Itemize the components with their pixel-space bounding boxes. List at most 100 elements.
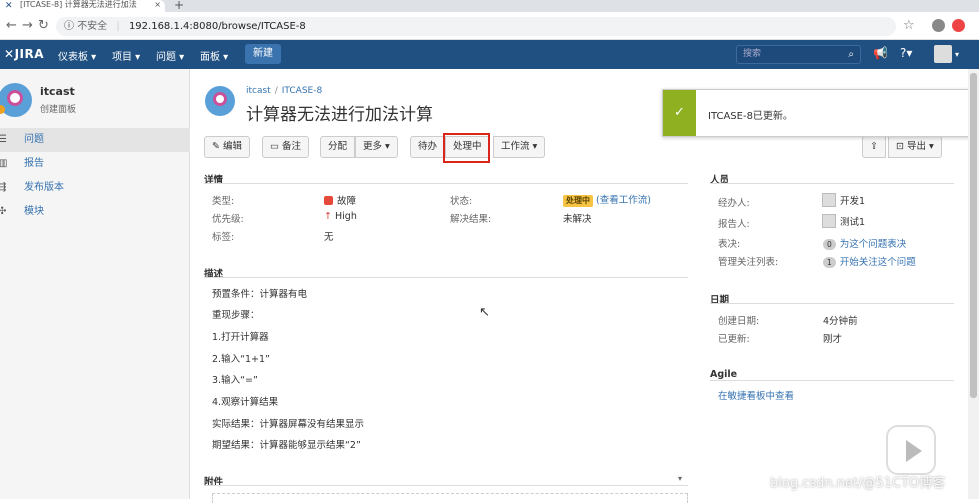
sidebar-item-releases[interactable]: ⇶ 发布版本 <box>0 176 190 200</box>
insecure-label: 不安全 <box>77 21 108 32</box>
assignee-label: 经办人: <box>718 198 750 209</box>
extension-badge-icon[interactable] <box>952 19 965 32</box>
share-icon: ⇪ <box>870 141 878 152</box>
user-avatar[interactable] <box>934 45 952 63</box>
watermark-text: blog.csdn.net/@51CTO博客 <box>770 476 946 491</box>
reporter-avatar <box>822 214 836 228</box>
project-subtitle: 创建面板 <box>40 105 77 115</box>
assign-button[interactable]: 分配 <box>320 136 356 158</box>
jira-header: ✕JIRA 仪表板 ▾ 项目 ▾ 问题 ▾ 面板 ▾ 新建 搜索 ⌕ 📢 ?▾ … <box>0 40 979 69</box>
labels-value: 无 <box>324 232 334 243</box>
menu-dashboards[interactable]: 仪表板 ▾ <box>58 48 96 63</box>
people-divider <box>710 183 954 184</box>
search-input[interactable]: 搜索 ⌕ <box>736 45 861 64</box>
view-workflow-link[interactable]: (查看工作流) <box>596 195 651 206</box>
pencil-icon: ✎ <box>212 141 223 152</box>
forward-arrow-icon[interactable]: → <box>22 18 33 33</box>
back-arrow-icon[interactable]: ← <box>6 18 17 33</box>
url-bar[interactable]: ⓘ 不安全 | 192.168.1.4:8080/browse/ITCASE-8 <box>56 17 896 36</box>
watchers-count: 1 <box>823 257 836 268</box>
workflow-button[interactable]: 工作流 ▾ <box>493 136 546 158</box>
search-placeholder: 搜索 <box>743 49 762 59</box>
agile-header[interactable]: Agile <box>710 369 737 380</box>
priority-value: ↑ High <box>324 211 357 222</box>
watchers-label: 管理关注列表: <box>718 257 779 268</box>
highlight-box <box>443 133 490 163</box>
tab-title: [ITCASE-8] 计算器无法进行加法 <box>20 0 137 9</box>
project-name[interactable]: itcast <box>40 85 75 98</box>
todo-button[interactable]: 待办 <box>410 136 446 158</box>
details-divider <box>204 183 688 184</box>
scrollbar-thumb[interactable] <box>970 73 977 398</box>
reporter-value[interactable]: 测试1 <box>822 214 865 228</box>
attachment-drop-zone[interactable] <box>212 493 688 503</box>
menu-boards[interactable]: 面板 ▾ <box>200 48 228 63</box>
browser-tab[interactable]: ✕ [ITCASE-8] 计算器无法进行加法 × <box>0 0 165 12</box>
type-value: 故障 <box>324 193 356 207</box>
sidebar-item-issues[interactable]: ☰ 问题 <box>0 128 190 152</box>
issues-icon: ☰ <box>0 134 7 145</box>
jira-logo[interactable]: ✕JIRA <box>4 47 44 61</box>
attachments-menu-chevron-icon[interactable]: ▾ <box>678 474 682 483</box>
bookmark-star-icon[interactable]: ☆ <box>903 18 915 33</box>
play-overlay-button[interactable] <box>886 425 936 475</box>
address-bar-row: ← → ↻ ⓘ 不安全 | 192.168.1.4:8080/browse/IT… <box>0 12 979 40</box>
user-menu-chevron-icon[interactable]: ▾ <box>955 50 959 59</box>
reporter-label: 报告人: <box>718 219 750 230</box>
search-icon[interactable]: ⌕ <box>848 46 854 63</box>
resolution-value: 未解决 <box>563 214 592 225</box>
status-value: 处理中 (查看工作流) <box>563 192 651 207</box>
components-icon: ✣ <box>0 206 7 217</box>
agile-divider <box>710 380 954 381</box>
dates-divider <box>710 303 954 304</box>
assignee-avatar <box>822 193 836 207</box>
releases-icon: ⇶ <box>0 182 7 193</box>
sidebar-item-reports[interactable]: ▥ 报告 <box>0 152 190 176</box>
jira-favicon-icon: ✕ <box>5 1 13 11</box>
description-line: 实际结果：计算器屏幕没有结果显示 <box>212 419 365 430</box>
breadcrumb: itcast / ITCASE-8 <box>246 86 323 96</box>
attachments-divider <box>204 485 688 486</box>
profile-icon[interactable] <box>932 19 945 32</box>
sidebar-item-components[interactable]: ✣ 模块 <box>0 200 190 224</box>
url-text: 192.168.1.4:8080/browse/ITCASE-8 <box>128 21 306 32</box>
export-icon: ⊡ <box>896 141 907 152</box>
created-value: 4分钟前 <box>823 316 858 327</box>
info-icon[interactable]: ⓘ <box>64 21 74 32</box>
description-line: 期望结果：计算器能够显示结果“2” <box>212 440 361 451</box>
project-sidebar: itcast 创建面板 ☰ 问题 ▥ 报告 ⇶ 发布版本 ✣ 模块 <box>0 69 190 499</box>
description-line: 3.输入“=” <box>212 375 258 386</box>
votes-value[interactable]: 0 为这个问题表决 <box>823 236 906 250</box>
export-button[interactable]: ⊡ 导出 ▾ <box>888 136 942 158</box>
close-tab-icon[interactable]: × <box>154 0 161 10</box>
url-divider: | <box>116 21 120 32</box>
description-line: 1.打开计算器 <box>212 332 269 343</box>
edit-button[interactable]: ✎ 编辑 <box>204 136 250 158</box>
page-scrollbar[interactable] <box>968 69 979 499</box>
assignee-value[interactable]: 开发1 <box>822 193 865 207</box>
share-button[interactable]: ⇪ <box>862 136 886 158</box>
menu-projects[interactable]: 项目 ▾ <box>112 48 140 63</box>
resolution-label: 解决结果: <box>450 214 492 225</box>
updated-value: 刚才 <box>823 334 843 345</box>
votes-count: 0 <box>823 239 836 250</box>
issue-project-avatar <box>205 86 235 116</box>
labels-label: 标签: <box>212 232 235 243</box>
breadcrumb-issue-key[interactable]: ITCASE-8 <box>282 86 322 96</box>
new-tab-button[interactable]: + <box>174 0 184 12</box>
megaphone-icon[interactable]: 📢 <box>873 46 888 60</box>
play-icon <box>906 440 922 462</box>
menu-issues[interactable]: 问题 ▾ <box>156 48 184 63</box>
create-button[interactable]: 新建 <box>245 44 281 64</box>
breadcrumb-project[interactable]: itcast <box>246 86 271 96</box>
view-on-board-link[interactable]: 在敏捷看板中查看 <box>718 388 794 402</box>
watchers-value[interactable]: 1 开始关注这个问题 <box>823 254 916 268</box>
reload-icon[interactable]: ↻ <box>38 18 49 33</box>
comment-button[interactable]: ▭ 备注 <box>262 136 310 158</box>
description-line: 2.输入“1+1” <box>212 354 270 365</box>
checkmark-icon: ✓ <box>663 90 696 136</box>
more-button[interactable]: 更多 ▾ <box>355 136 398 158</box>
project-avatar[interactable] <box>0 83 32 117</box>
help-icon[interactable]: ?▾ <box>900 46 912 60</box>
mouse-cursor-icon: ↖ <box>479 305 490 320</box>
